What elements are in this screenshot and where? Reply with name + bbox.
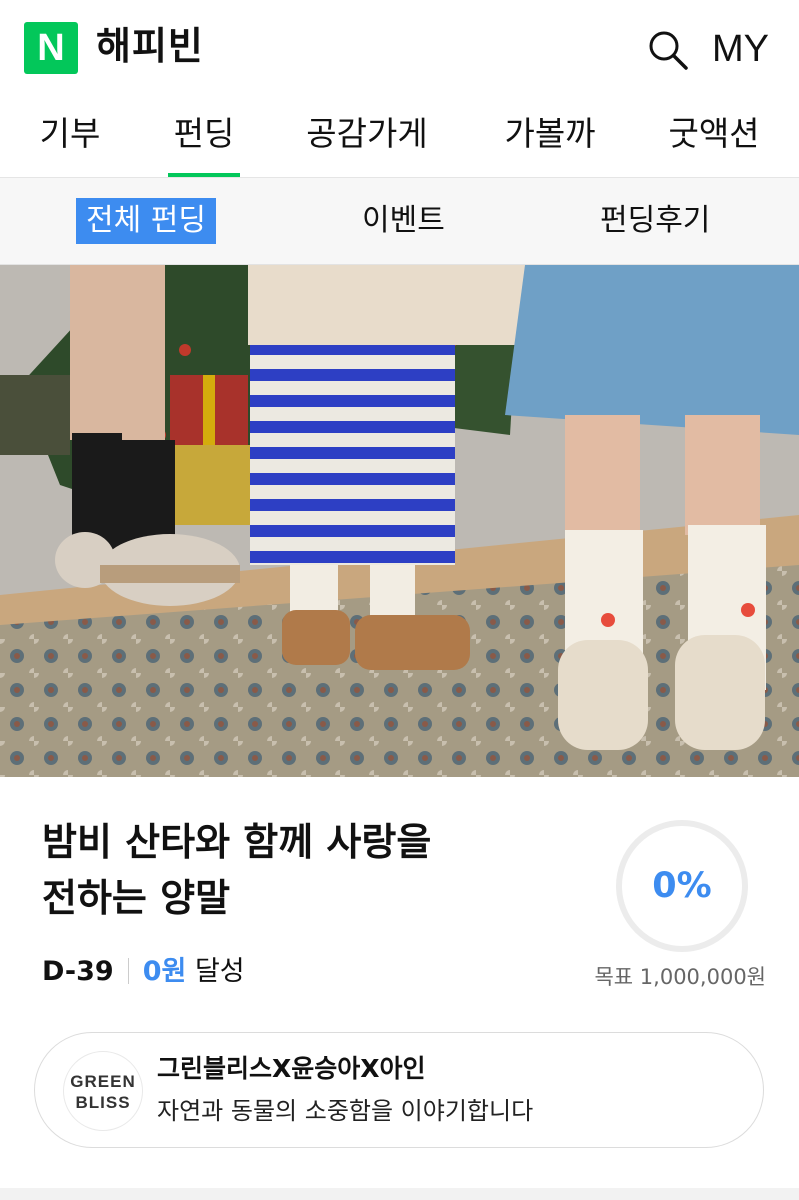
tab-empathy-store[interactable]: 공감가게	[302, 95, 432, 177]
organizer-logo-line2: BLISS	[75, 1093, 131, 1112]
dday-label: D-39	[42, 956, 114, 987]
organizer-name: 그린블리스X윤승아X아인	[157, 1054, 426, 1083]
tab-good-action[interactable]: 굿액션	[664, 95, 764, 177]
sub-tabs: 전체 펀딩 이벤트 펀딩후기	[0, 178, 799, 265]
raised-amount: 0원	[142, 956, 187, 987]
main-tabs: 기부 펀딩 공감가게 가볼까 굿액션	[0, 95, 799, 178]
funding-banner-image[interactable]	[0, 265, 799, 777]
funding-title[interactable]: 밤비 산타와 함께 사랑을 전하는 양말	[42, 814, 582, 926]
section-divider	[0, 1188, 799, 1200]
funding-meta: D-39 0원 달성	[42, 950, 245, 994]
tab-funding[interactable]: 펀딩	[168, 95, 240, 177]
brand-title[interactable]: 해피빈	[96, 20, 204, 72]
organizer-card[interactable]: GREEN BLISS 그린블리스X윤승아X아인 자연과 동물의 소중함을 이야…	[34, 1032, 764, 1148]
subtab-all-funding[interactable]: 전체 펀딩	[76, 198, 216, 244]
tab-gabolkka[interactable]: 가볼까	[500, 95, 600, 177]
my-menu-button[interactable]: MY	[712, 24, 769, 74]
funding-title-line2: 전하는 양말	[42, 876, 231, 920]
naver-logo[interactable]: N	[24, 22, 78, 74]
funding-goal: 목표 1,000,000원	[594, 965, 766, 989]
search-icon[interactable]	[646, 28, 690, 72]
progress-percent: 0%	[652, 866, 712, 906]
achieve-label: 달성	[194, 956, 245, 987]
app-header: N 해피빈 MY	[0, 0, 799, 95]
meta-divider	[127, 958, 129, 984]
tab-donation[interactable]: 기부	[38, 95, 102, 177]
organizer-description: 자연과 동물의 소중함을 이야기합니다	[157, 1097, 534, 1125]
subtab-funding-reviews[interactable]: 펀딩후기	[600, 198, 710, 244]
organizer-logo-line1: GREEN	[70, 1072, 136, 1091]
subtab-events[interactable]: 이벤트	[362, 198, 445, 244]
organizer-logo: GREEN BLISS	[63, 1051, 143, 1131]
funding-title-line1: 밤비 산타와 함께 사랑을	[42, 820, 432, 864]
